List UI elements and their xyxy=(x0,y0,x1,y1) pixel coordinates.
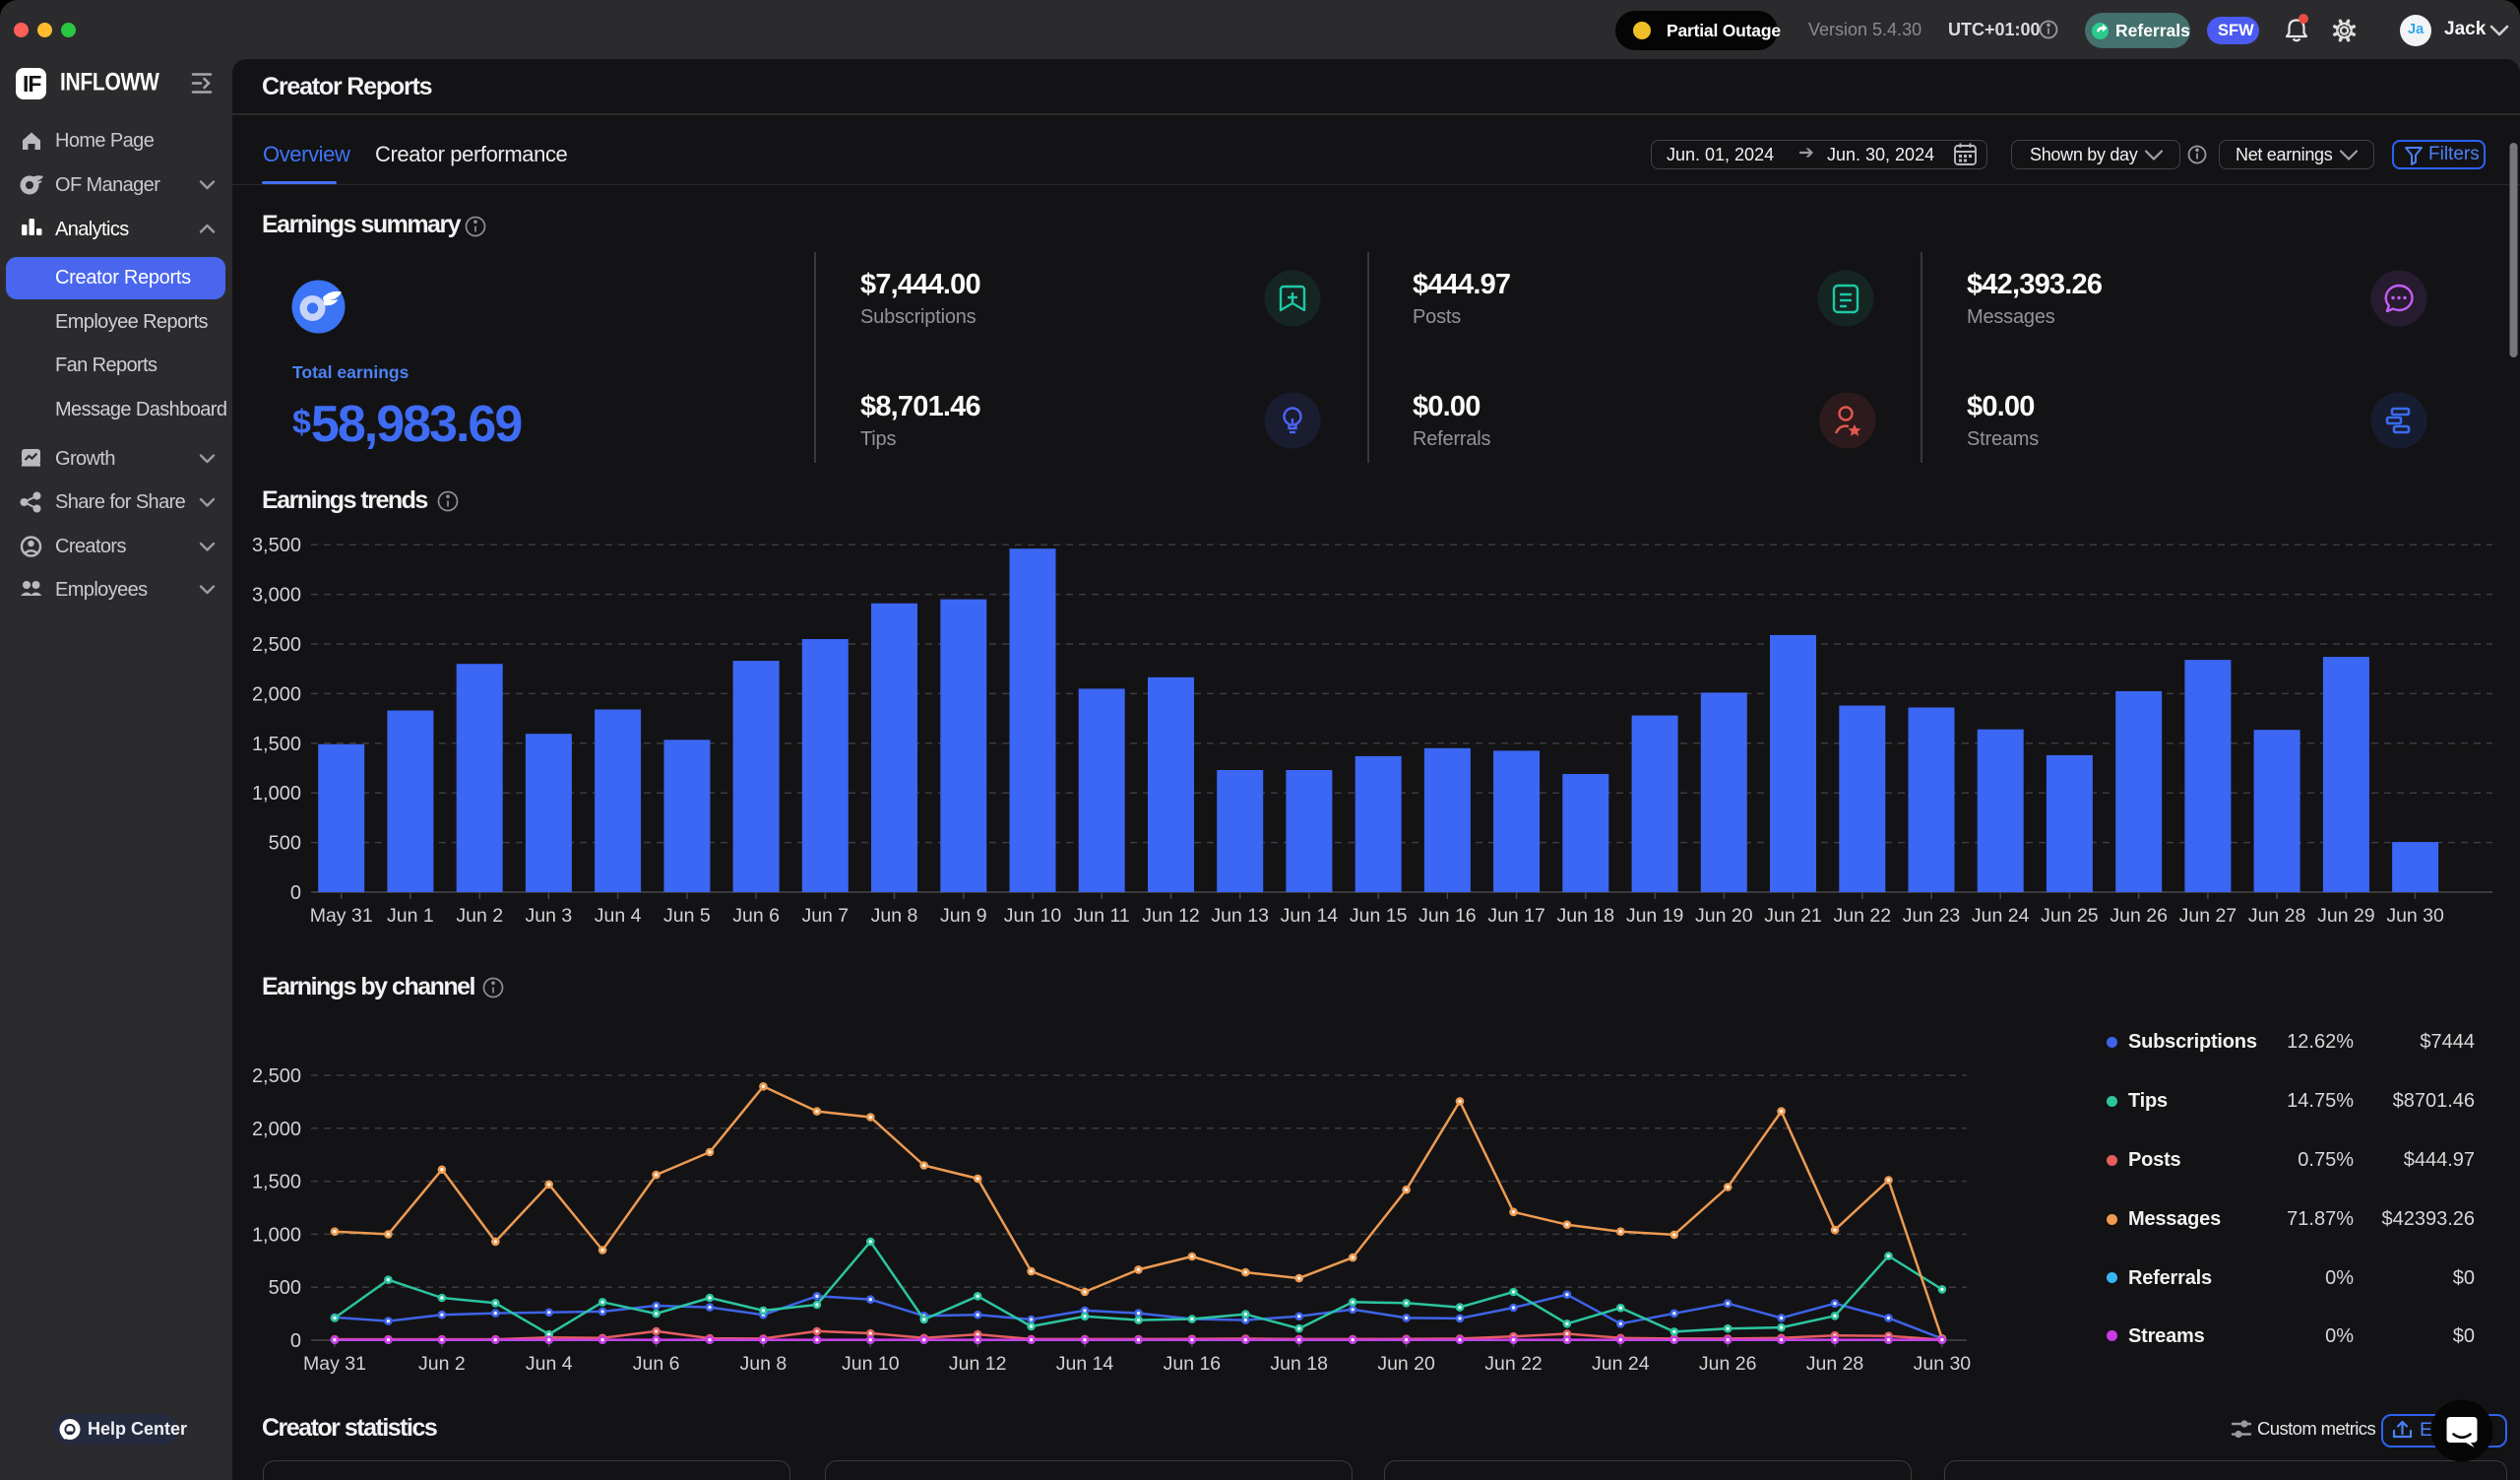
svg-text:Jun 13: Jun 13 xyxy=(1211,905,1269,927)
svg-text:Jun 21: Jun 21 xyxy=(1764,905,1822,927)
svg-text:2,500: 2,500 xyxy=(252,634,301,656)
svg-text:Jun 15: Jun 15 xyxy=(1350,905,1408,927)
svg-text:2,500: 2,500 xyxy=(252,1065,301,1087)
svg-text:2,000: 2,000 xyxy=(252,683,301,705)
svg-text:1,500: 1,500 xyxy=(252,734,301,755)
svg-text:Jun 18: Jun 18 xyxy=(1557,905,1615,927)
svg-text:3,000: 3,000 xyxy=(252,585,301,607)
svg-text:May 31: May 31 xyxy=(303,1353,366,1375)
svg-text:Jun 1: Jun 1 xyxy=(387,905,434,927)
svg-text:Jun 10: Jun 10 xyxy=(1004,905,1062,927)
svg-text:Jun 22: Jun 22 xyxy=(1834,905,1892,927)
svg-text:Jun 12: Jun 12 xyxy=(1142,905,1200,927)
svg-text:Jun 14: Jun 14 xyxy=(1056,1353,1114,1375)
svg-text:Jun 11: Jun 11 xyxy=(1074,905,1130,927)
svg-text:Jun 16: Jun 16 xyxy=(1418,905,1477,927)
svg-text:Jun 5: Jun 5 xyxy=(663,905,711,927)
svg-text:1,000: 1,000 xyxy=(252,783,301,804)
svg-text:0: 0 xyxy=(290,1330,301,1352)
svg-text:Jun 25: Jun 25 xyxy=(2041,905,2099,927)
svg-text:Jun 24: Jun 24 xyxy=(1972,905,2030,927)
svg-text:Jun 20: Jun 20 xyxy=(1695,905,1753,927)
svg-text:Jun 28: Jun 28 xyxy=(1806,1353,1864,1375)
svg-text:Jun 30: Jun 30 xyxy=(2386,905,2444,927)
svg-text:2,000: 2,000 xyxy=(252,1119,301,1140)
svg-text:Jun 7: Jun 7 xyxy=(801,905,849,927)
svg-text:Jun 19: Jun 19 xyxy=(1626,905,1684,927)
svg-text:Jun 26: Jun 26 xyxy=(1699,1353,1757,1375)
svg-text:3,500: 3,500 xyxy=(252,535,301,556)
svg-text:500: 500 xyxy=(269,1277,301,1299)
svg-text:1,000: 1,000 xyxy=(252,1224,301,1246)
svg-text:Jun 30: Jun 30 xyxy=(1914,1353,1972,1375)
svg-text:Jun 17: Jun 17 xyxy=(1487,905,1545,927)
svg-text:Jun 20: Jun 20 xyxy=(1377,1353,1435,1375)
svg-text:Jun 12: Jun 12 xyxy=(949,1353,1007,1375)
svg-text:May 31: May 31 xyxy=(310,905,373,927)
svg-text:500: 500 xyxy=(269,833,301,855)
svg-text:Jun 8: Jun 8 xyxy=(740,1353,788,1375)
svg-text:Jun 2: Jun 2 xyxy=(456,905,503,927)
svg-text:Jun 4: Jun 4 xyxy=(526,1353,573,1375)
svg-text:0: 0 xyxy=(290,882,301,904)
svg-text:Jun 4: Jun 4 xyxy=(595,905,642,927)
svg-text:Jun 24: Jun 24 xyxy=(1592,1353,1650,1375)
svg-text:Jun 27: Jun 27 xyxy=(2179,905,2237,927)
svg-text:Jun 22: Jun 22 xyxy=(1484,1353,1543,1375)
svg-text:Jun 2: Jun 2 xyxy=(418,1353,466,1375)
svg-text:Jun 6: Jun 6 xyxy=(633,1353,680,1375)
svg-text:Jun 6: Jun 6 xyxy=(732,905,780,927)
svg-text:Jun 18: Jun 18 xyxy=(1270,1353,1328,1375)
svg-text:Jun 10: Jun 10 xyxy=(842,1353,900,1375)
svg-text:Jun 9: Jun 9 xyxy=(940,905,987,927)
svg-text:Jun 8: Jun 8 xyxy=(871,905,918,927)
svg-text:1,500: 1,500 xyxy=(252,1172,301,1193)
svg-text:Jun 16: Jun 16 xyxy=(1164,1353,1222,1375)
svg-text:Jun 28: Jun 28 xyxy=(2248,905,2306,927)
svg-text:Jun 14: Jun 14 xyxy=(1281,905,1339,927)
svg-text:Jun 26: Jun 26 xyxy=(2110,905,2168,927)
svg-text:Jun 29: Jun 29 xyxy=(2317,905,2375,927)
svg-text:Jun 3: Jun 3 xyxy=(526,905,573,927)
svg-text:Jun 23: Jun 23 xyxy=(1903,905,1961,927)
